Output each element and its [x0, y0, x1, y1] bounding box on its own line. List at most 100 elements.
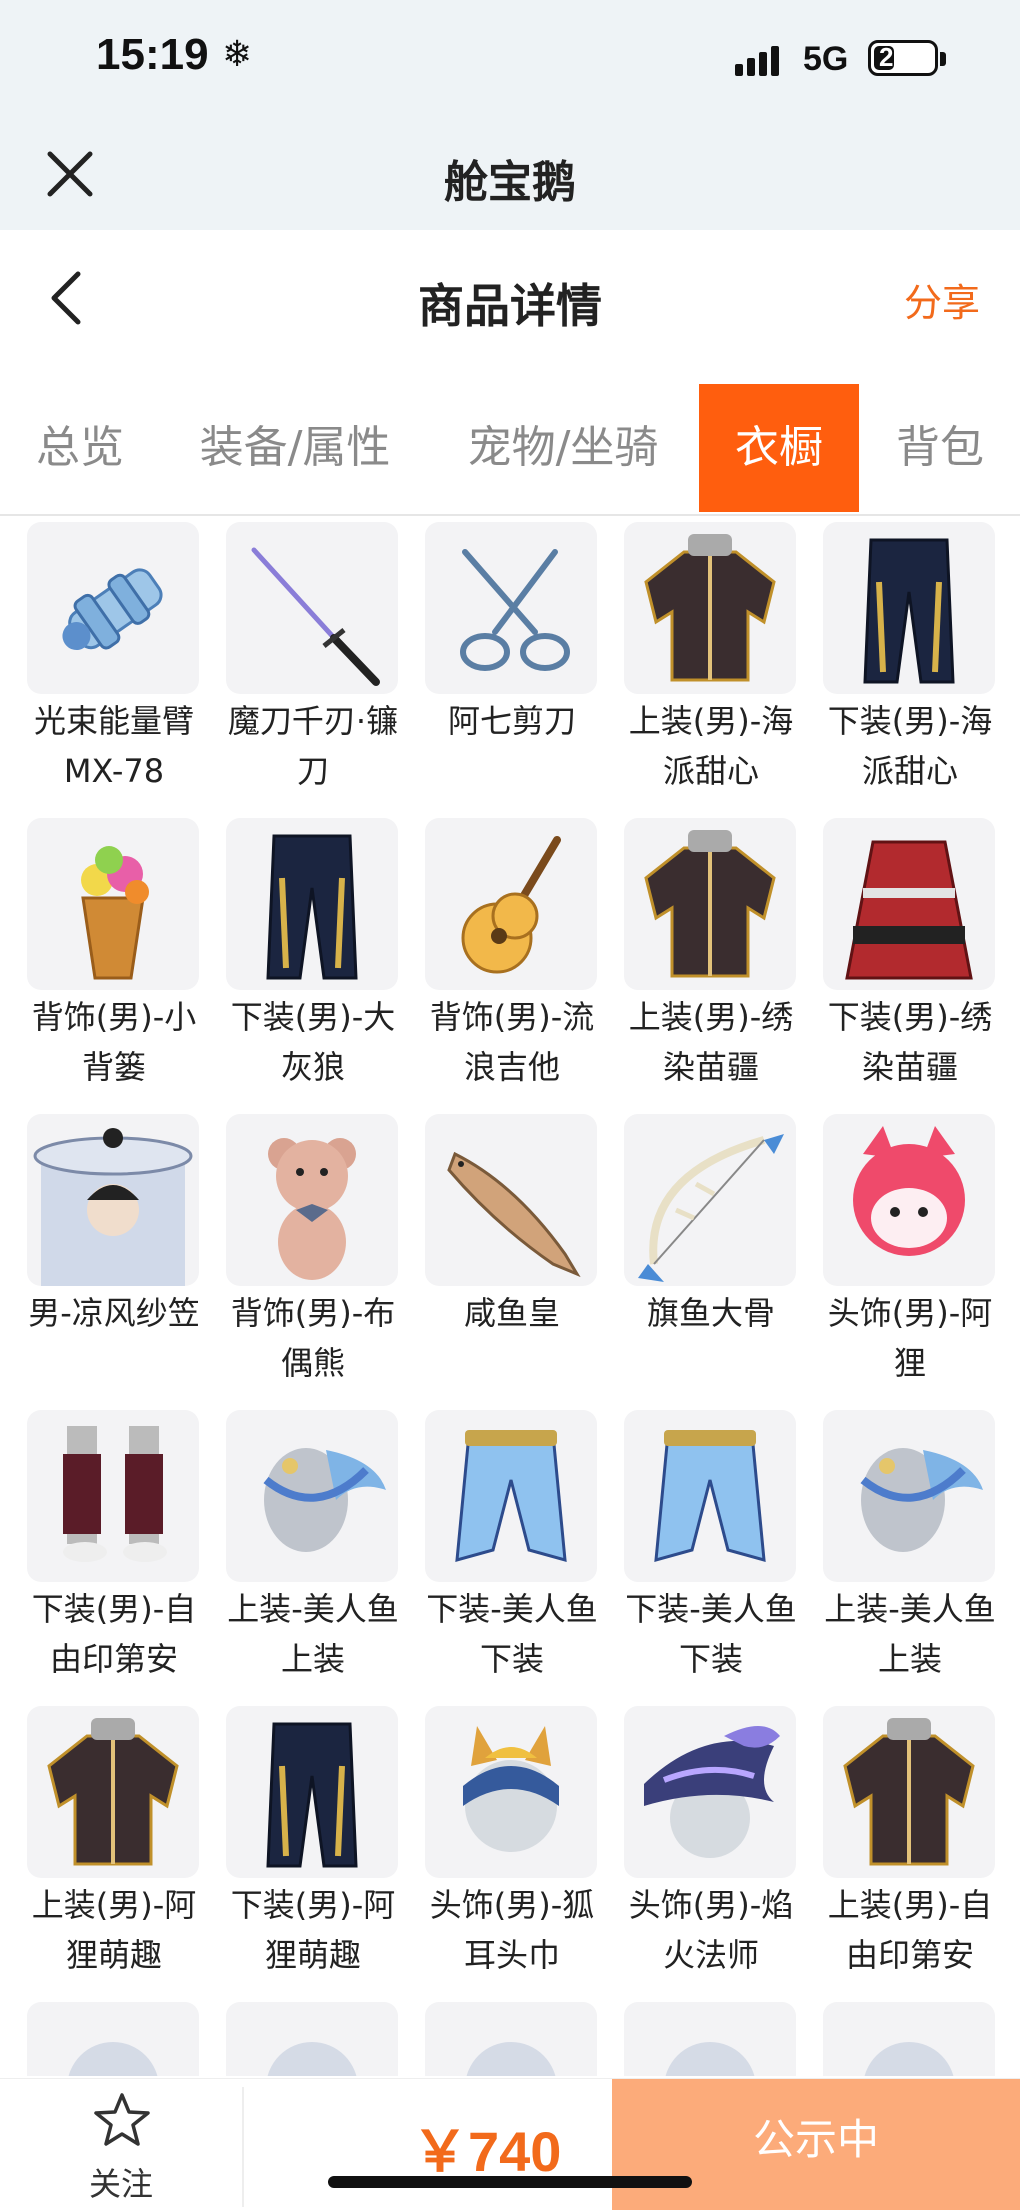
- jacket-icon: [27, 1706, 199, 1878]
- wardrobe-item[interactable]: 下装-美人鱼下装: [616, 1382, 806, 1678]
- wardrobe-item-name: 头饰(男)-阿狸: [827, 1294, 993, 1382]
- wardrobe-item[interactable]: 背饰(男)-小背篓: [19, 790, 209, 1086]
- wardrobe-item-name: 男-凉风纱笠: [28, 1294, 200, 1332]
- wardrobe-item[interactable]: [218, 1974, 408, 2076]
- wardrobe-item[interactable]: 咸鱼皇: [417, 1086, 607, 1382]
- fish-bone-bow-icon: [624, 1114, 796, 1286]
- tab-overview[interactable]: 总览: [0, 384, 160, 512]
- wardrobe-item-name: 下装(男)-自由印第安: [31, 1590, 197, 1678]
- status-bar: 15:19 ❄ 5G 21: [0, 0, 1020, 120]
- wardrobe-item[interactable]: 背饰(男)-流浪吉他: [417, 790, 607, 1086]
- wardrobe-item-name: 头饰(男)-狐耳头巾: [429, 1886, 595, 1974]
- wardrobe-item[interactable]: 头饰(男)-焰火法师: [616, 1678, 806, 1974]
- wardrobe-item[interactable]: 头饰(男)-阿狸: [815, 1086, 1005, 1382]
- wardrobe-item-name: 光束能量臂MX-78: [33, 702, 194, 790]
- wizard-hat-icon: [624, 1706, 796, 1878]
- pants-icon: [226, 818, 398, 990]
- wardrobe-item[interactable]: 光束能量臂MX-78: [19, 516, 209, 790]
- page-title: 商品详情: [418, 279, 602, 333]
- jacket-icon: [624, 818, 796, 990]
- wardrobe-item-name: 上装(男)-海派甜心: [628, 702, 794, 790]
- wardrobe-item[interactable]: 下装(男)-大灰狼: [218, 790, 408, 1086]
- tab-bar: 总览 装备/属性 宠物/坐骑 衣橱 背包: [0, 384, 1020, 516]
- tab-equipment[interactable]: 装备/属性: [172, 384, 418, 512]
- wardrobe-item[interactable]: [417, 1974, 607, 2076]
- wardrobe-item-name: 上装(男)-自由印第安: [827, 1886, 993, 1974]
- partial-item-icon: [823, 2002, 995, 2076]
- wardrobe-item[interactable]: 男-凉风纱笠: [19, 1086, 209, 1382]
- wardrobe-item[interactable]: 下装(男)-自由印第安: [19, 1382, 209, 1678]
- wardrobe-item-name: 背饰(男)-流浪吉他: [429, 998, 595, 1086]
- pants-icon: [226, 1706, 398, 1878]
- headband-icon: [425, 1706, 597, 1878]
- bottom-bar: 关注 ￥740 公示中: [0, 2078, 1020, 2210]
- public-status-button[interactable]: 公示中: [612, 2079, 1020, 2210]
- battery-tip: [940, 52, 946, 66]
- wardrobe-item[interactable]: 下装(男)-阿狸萌趣: [218, 1678, 408, 1974]
- partial-item-icon: [226, 2002, 398, 2076]
- flower-basket-icon: [27, 818, 199, 990]
- wardrobe-grid: 光束能量臂MX-78 魔刀千刃·镰刀 阿七剪刀 上装(男)-海派甜心 下装(男)-海派甜…: [0, 516, 1020, 2076]
- wardrobe-item-name: 下装(男)-大灰狼: [230, 998, 396, 1086]
- status-time: 15:19: [96, 30, 209, 79]
- wardrobe-item[interactable]: 头饰(男)-狐耳头巾: [417, 1678, 607, 1974]
- wardrobe-item[interactable]: 下装(男)-海派甜心: [815, 516, 1005, 790]
- wardrobe-item[interactable]: 上装(男)-绣染苗疆: [616, 790, 806, 1086]
- wardrobe-item-name: 下装(男)-绣染苗疆: [827, 998, 993, 1086]
- app-header: 舱宝鹅: [0, 120, 1020, 230]
- wardrobe-item[interactable]: [616, 1974, 806, 2076]
- follow-button[interactable]: 关注: [0, 2079, 242, 2210]
- wardrobe-item-name: 头饰(男)-焰火法师: [628, 1886, 794, 1974]
- partial-item-icon: [425, 2002, 597, 2076]
- wardrobe-item-name: 上装(男)-阿狸萌趣: [31, 1886, 197, 1974]
- wardrobe-item[interactable]: 阿七剪刀: [417, 516, 607, 790]
- tab-pets[interactable]: 宠物/坐骑: [440, 384, 686, 512]
- follow-label: 关注: [88, 2165, 153, 2203]
- wardrobe-item-name: 下装(男)-阿狸萌趣: [230, 1886, 396, 1974]
- wardrobe-item[interactable]: 下装-美人鱼下装: [417, 1382, 607, 1678]
- teddy-bear-icon: [226, 1114, 398, 1286]
- wardrobe-item[interactable]: 上装-美人鱼上装: [218, 1382, 408, 1678]
- wardrobe-item[interactable]: 上装-美人鱼上装: [815, 1382, 1005, 1678]
- wardrobe-item-name: 下装-美人鱼下装: [426, 1590, 598, 1678]
- partial-item-icon: [27, 2002, 199, 2076]
- wardrobe-item[interactable]: [19, 1974, 209, 2076]
- page-header: 商品详情 分享: [0, 230, 1020, 365]
- boots-icon: [27, 1410, 199, 1582]
- divider: [242, 2087, 244, 2207]
- pants-icon: [823, 522, 995, 694]
- veil-hat-icon: [27, 1114, 199, 1286]
- jacket-icon: [624, 522, 796, 694]
- tab-wardrobe[interactable]: 衣橱: [699, 384, 859, 512]
- share-button[interactable]: 分享: [904, 272, 980, 327]
- wardrobe-item-name: 下装-美人鱼下装: [625, 1590, 797, 1678]
- mermaid-bottom-icon: [425, 1410, 597, 1582]
- katana-icon: [226, 522, 398, 694]
- partial-item-icon: [624, 2002, 796, 2076]
- wardrobe-item-name: 咸鱼皇: [463, 1294, 560, 1332]
- jacket-icon: [823, 1706, 995, 1878]
- wardrobe-item-name: 背饰(男)-小背篓: [31, 998, 197, 1086]
- wardrobe-item[interactable]: 旗鱼大骨: [616, 1086, 806, 1382]
- wardrobe-item-name: 下装(男)-海派甜心: [827, 702, 993, 790]
- fish-icon: [425, 1114, 597, 1286]
- wardrobe-item[interactable]: 上装(男)-海派甜心: [616, 516, 806, 790]
- tab-backpack[interactable]: 背包: [870, 384, 1010, 512]
- robot-arm-icon: [27, 522, 199, 694]
- wardrobe-item[interactable]: 下装(男)-绣染苗疆: [815, 790, 1005, 1086]
- guitar-icon: [425, 818, 597, 990]
- wardrobe-item-name: 上装-美人鱼上装: [227, 1590, 399, 1678]
- wardrobe-item[interactable]: 魔刀千刃·镰刀: [218, 516, 408, 790]
- wardrobe-item-name: 上装(男)-绣染苗疆: [628, 998, 794, 1086]
- mermaid-top-icon: [226, 1410, 398, 1582]
- wardrobe-item[interactable]: 背饰(男)-布偶熊: [218, 1086, 408, 1382]
- battery-level: 21: [879, 42, 908, 72]
- wardrobe-item[interactable]: 上装(男)-阿狸萌趣: [19, 1678, 209, 1974]
- mermaid-bottom-icon: [624, 1410, 796, 1582]
- fox-head-icon: [823, 1114, 995, 1286]
- star-icon: [94, 2093, 150, 2146]
- snowflake-icon: ❄: [222, 34, 253, 75]
- battery-icon: 21: [868, 40, 938, 76]
- wardrobe-item[interactable]: 上装(男)-自由印第安: [815, 1678, 1005, 1974]
- wardrobe-item[interactable]: [815, 1974, 1005, 2076]
